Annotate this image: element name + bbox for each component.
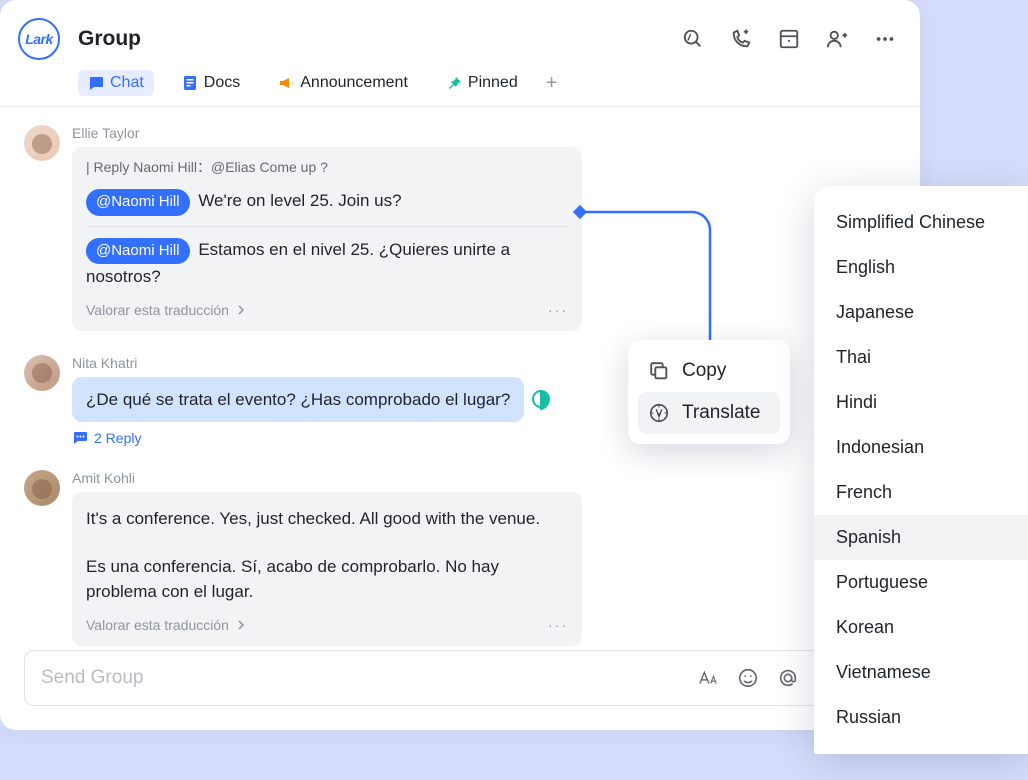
language-option[interactable]: Korean — [814, 605, 1028, 650]
translation-badge-icon — [532, 390, 550, 408]
tab-bar: Chat Docs Announcement Pinned + — [78, 70, 896, 106]
context-copy[interactable]: Copy — [638, 350, 780, 392]
reply-icon — [72, 430, 88, 446]
message-more-icon[interactable]: ··· — [548, 615, 568, 636]
translate-icon — [648, 402, 670, 424]
tab-announcement-label: Announcement — [300, 74, 408, 92]
copy-icon — [648, 360, 670, 382]
language-menu: Simplified ChineseEnglishJapaneseThaiHin… — [814, 186, 1028, 754]
search-icon[interactable] — [682, 28, 704, 50]
message-row: Amit Kohli It's a conference. Yes, just … — [0, 470, 920, 646]
add-tab-button[interactable]: + — [546, 72, 558, 95]
logo-text: Lark — [25, 31, 53, 47]
language-option[interactable]: Hindi — [814, 380, 1028, 425]
reply-count-text: 2 Reply — [94, 430, 141, 446]
language-option[interactable]: Simplified Chinese — [814, 200, 1028, 245]
context-copy-label: Copy — [682, 360, 726, 382]
sender-name: Amit Kohli — [72, 470, 896, 486]
message-text: ¿De qué se trata el evento? ¿Has comprob… — [86, 390, 510, 409]
language-option[interactable]: Japanese — [814, 290, 1028, 335]
tab-docs-label: Docs — [204, 74, 240, 92]
mention-pill[interactable]: @Naomi Hill — [86, 189, 190, 216]
pin-icon — [446, 75, 462, 91]
docs-icon — [182, 75, 198, 91]
app-logo: Lark — [18, 18, 60, 60]
rate-translation-label[interactable]: Valorar esta traducción — [86, 300, 229, 321]
chevron-right-icon[interactable] — [235, 304, 247, 316]
message-text: It's a conference. Yes, just checked. Al… — [86, 506, 568, 532]
tab-docs[interactable]: Docs — [172, 70, 250, 96]
message-composer[interactable] — [24, 650, 896, 706]
context-translate[interactable]: Translate — [638, 392, 780, 434]
translation-divider — [86, 226, 568, 227]
language-option[interactable]: Russian — [814, 695, 1028, 740]
message-more-icon[interactable]: ··· — [548, 300, 568, 321]
tab-chat-label: Chat — [110, 74, 144, 92]
header-top-row: Lark Group — [18, 18, 896, 60]
reply-reference: | Reply Naomi Hill：@Elias Come up ? — [86, 157, 568, 178]
call-icon[interactable] — [730, 28, 752, 50]
language-option[interactable]: Portuguese — [814, 560, 1028, 605]
language-option[interactable]: Vietnamese — [814, 650, 1028, 695]
language-option[interactable]: Spanish — [814, 515, 1028, 560]
message-bubble[interactable]: | Reply Naomi Hill：@Elias Come up ? @Nao… — [72, 147, 582, 331]
message-bubble[interactable]: It's a conference. Yes, just checked. Al… — [72, 492, 582, 646]
message-text-translated: Es una conferencia. Sí, acabo de comprob… — [86, 554, 568, 605]
more-icon[interactable] — [874, 28, 896, 50]
message-line-translated: @Naomi Hill Estamos en el nivel 25. ¿Qui… — [86, 237, 568, 290]
header-actions — [682, 28, 896, 50]
composer-input[interactable] — [41, 667, 697, 689]
rate-translation-row: Valorar esta traducción ··· — [86, 300, 568, 321]
message-line-original: @Naomi Hill We're on level 25. Join us? — [86, 188, 568, 216]
megaphone-icon — [278, 75, 294, 91]
language-option[interactable]: Thai — [814, 335, 1028, 380]
message-context-menu: Copy Translate — [628, 340, 790, 444]
rate-translation-label[interactable]: Valorar esta traducción — [86, 615, 229, 636]
message-row: Ellie Taylor | Reply Naomi Hill：@Elias C… — [0, 125, 920, 331]
mention-pill[interactable]: @Naomi Hill — [86, 238, 190, 265]
tab-announcement[interactable]: Announcement — [268, 70, 418, 96]
avatar[interactable] — [24, 355, 60, 391]
add-member-icon[interactable] — [826, 28, 848, 50]
tab-pinned-label: Pinned — [468, 74, 518, 92]
rate-translation-row: Valorar esta traducción ··· — [86, 615, 568, 636]
panel-icon[interactable] — [778, 28, 800, 50]
language-option[interactable]: Indonesian — [814, 425, 1028, 470]
header: Lark Group — [0, 0, 920, 107]
language-option[interactable]: French — [814, 470, 1028, 515]
message-bubble[interactable]: ¿De qué se trata el evento? ¿Has comprob… — [72, 377, 524, 423]
chevron-right-icon[interactable] — [235, 619, 247, 631]
tab-pinned[interactable]: Pinned — [436, 70, 528, 96]
chat-title: Group — [78, 27, 141, 51]
sender-name: Ellie Taylor — [72, 125, 896, 141]
chat-bubble-icon — [88, 75, 104, 91]
avatar[interactable] — [24, 470, 60, 506]
emoji-icon[interactable] — [737, 667, 759, 689]
font-style-icon[interactable] — [697, 667, 719, 689]
mention-icon[interactable] — [777, 667, 799, 689]
language-option[interactable]: English — [814, 245, 1028, 290]
tab-chat[interactable]: Chat — [78, 70, 154, 96]
context-translate-label: Translate — [682, 402, 761, 424]
avatar[interactable] — [24, 125, 60, 161]
message-text: We're on level 25. Join us? — [198, 191, 401, 210]
